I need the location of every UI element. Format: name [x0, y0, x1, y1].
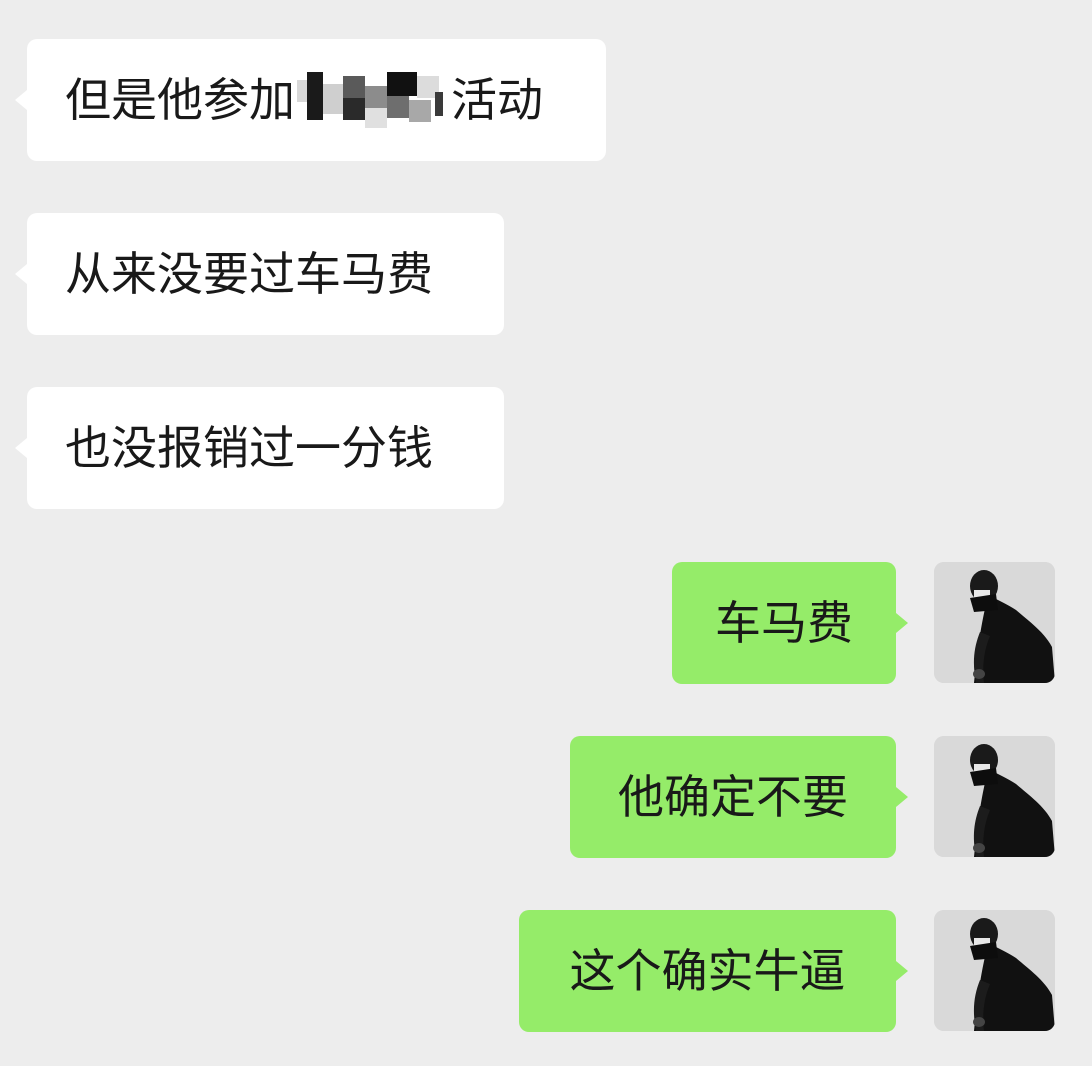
outgoing-message-1[interactable]: 车马费	[672, 562, 908, 684]
outgoing-message-2[interactable]: 他确定不要	[570, 736, 908, 858]
user-avatar-icon	[934, 910, 1055, 1031]
bubble-tail	[15, 438, 27, 458]
user-avatar-icon	[934, 562, 1055, 683]
message-text: 车马费	[715, 596, 853, 650]
bubble-tail	[15, 264, 27, 284]
user-avatar[interactable]	[934, 736, 1055, 857]
bubble-tail	[896, 787, 908, 807]
user-avatar-icon	[934, 736, 1055, 857]
outgoing-message-3[interactable]: 这个确实牛逼	[519, 910, 908, 1032]
message-text-before: 但是他参加	[65, 73, 295, 127]
user-avatar[interactable]	[934, 562, 1055, 683]
message-text: 从来没要过车马费	[65, 247, 433, 301]
incoming-message-1[interactable]: 但是他参加 活动	[15, 39, 606, 161]
message-text: 这个确实牛逼	[569, 944, 846, 998]
redacted-mosaic	[297, 72, 449, 128]
incoming-message-2[interactable]: 从来没要过车马费	[15, 213, 504, 335]
bubble-tail	[896, 961, 908, 981]
message-text: 他确定不要	[618, 770, 848, 824]
bubble-tail	[15, 90, 27, 110]
bubble-tail	[896, 613, 908, 633]
message-text-after: 活动	[451, 73, 543, 127]
message-text: 也没报销过一分钱	[65, 421, 433, 475]
incoming-message-3[interactable]: 也没报销过一分钱	[15, 387, 504, 509]
user-avatar[interactable]	[934, 910, 1055, 1031]
